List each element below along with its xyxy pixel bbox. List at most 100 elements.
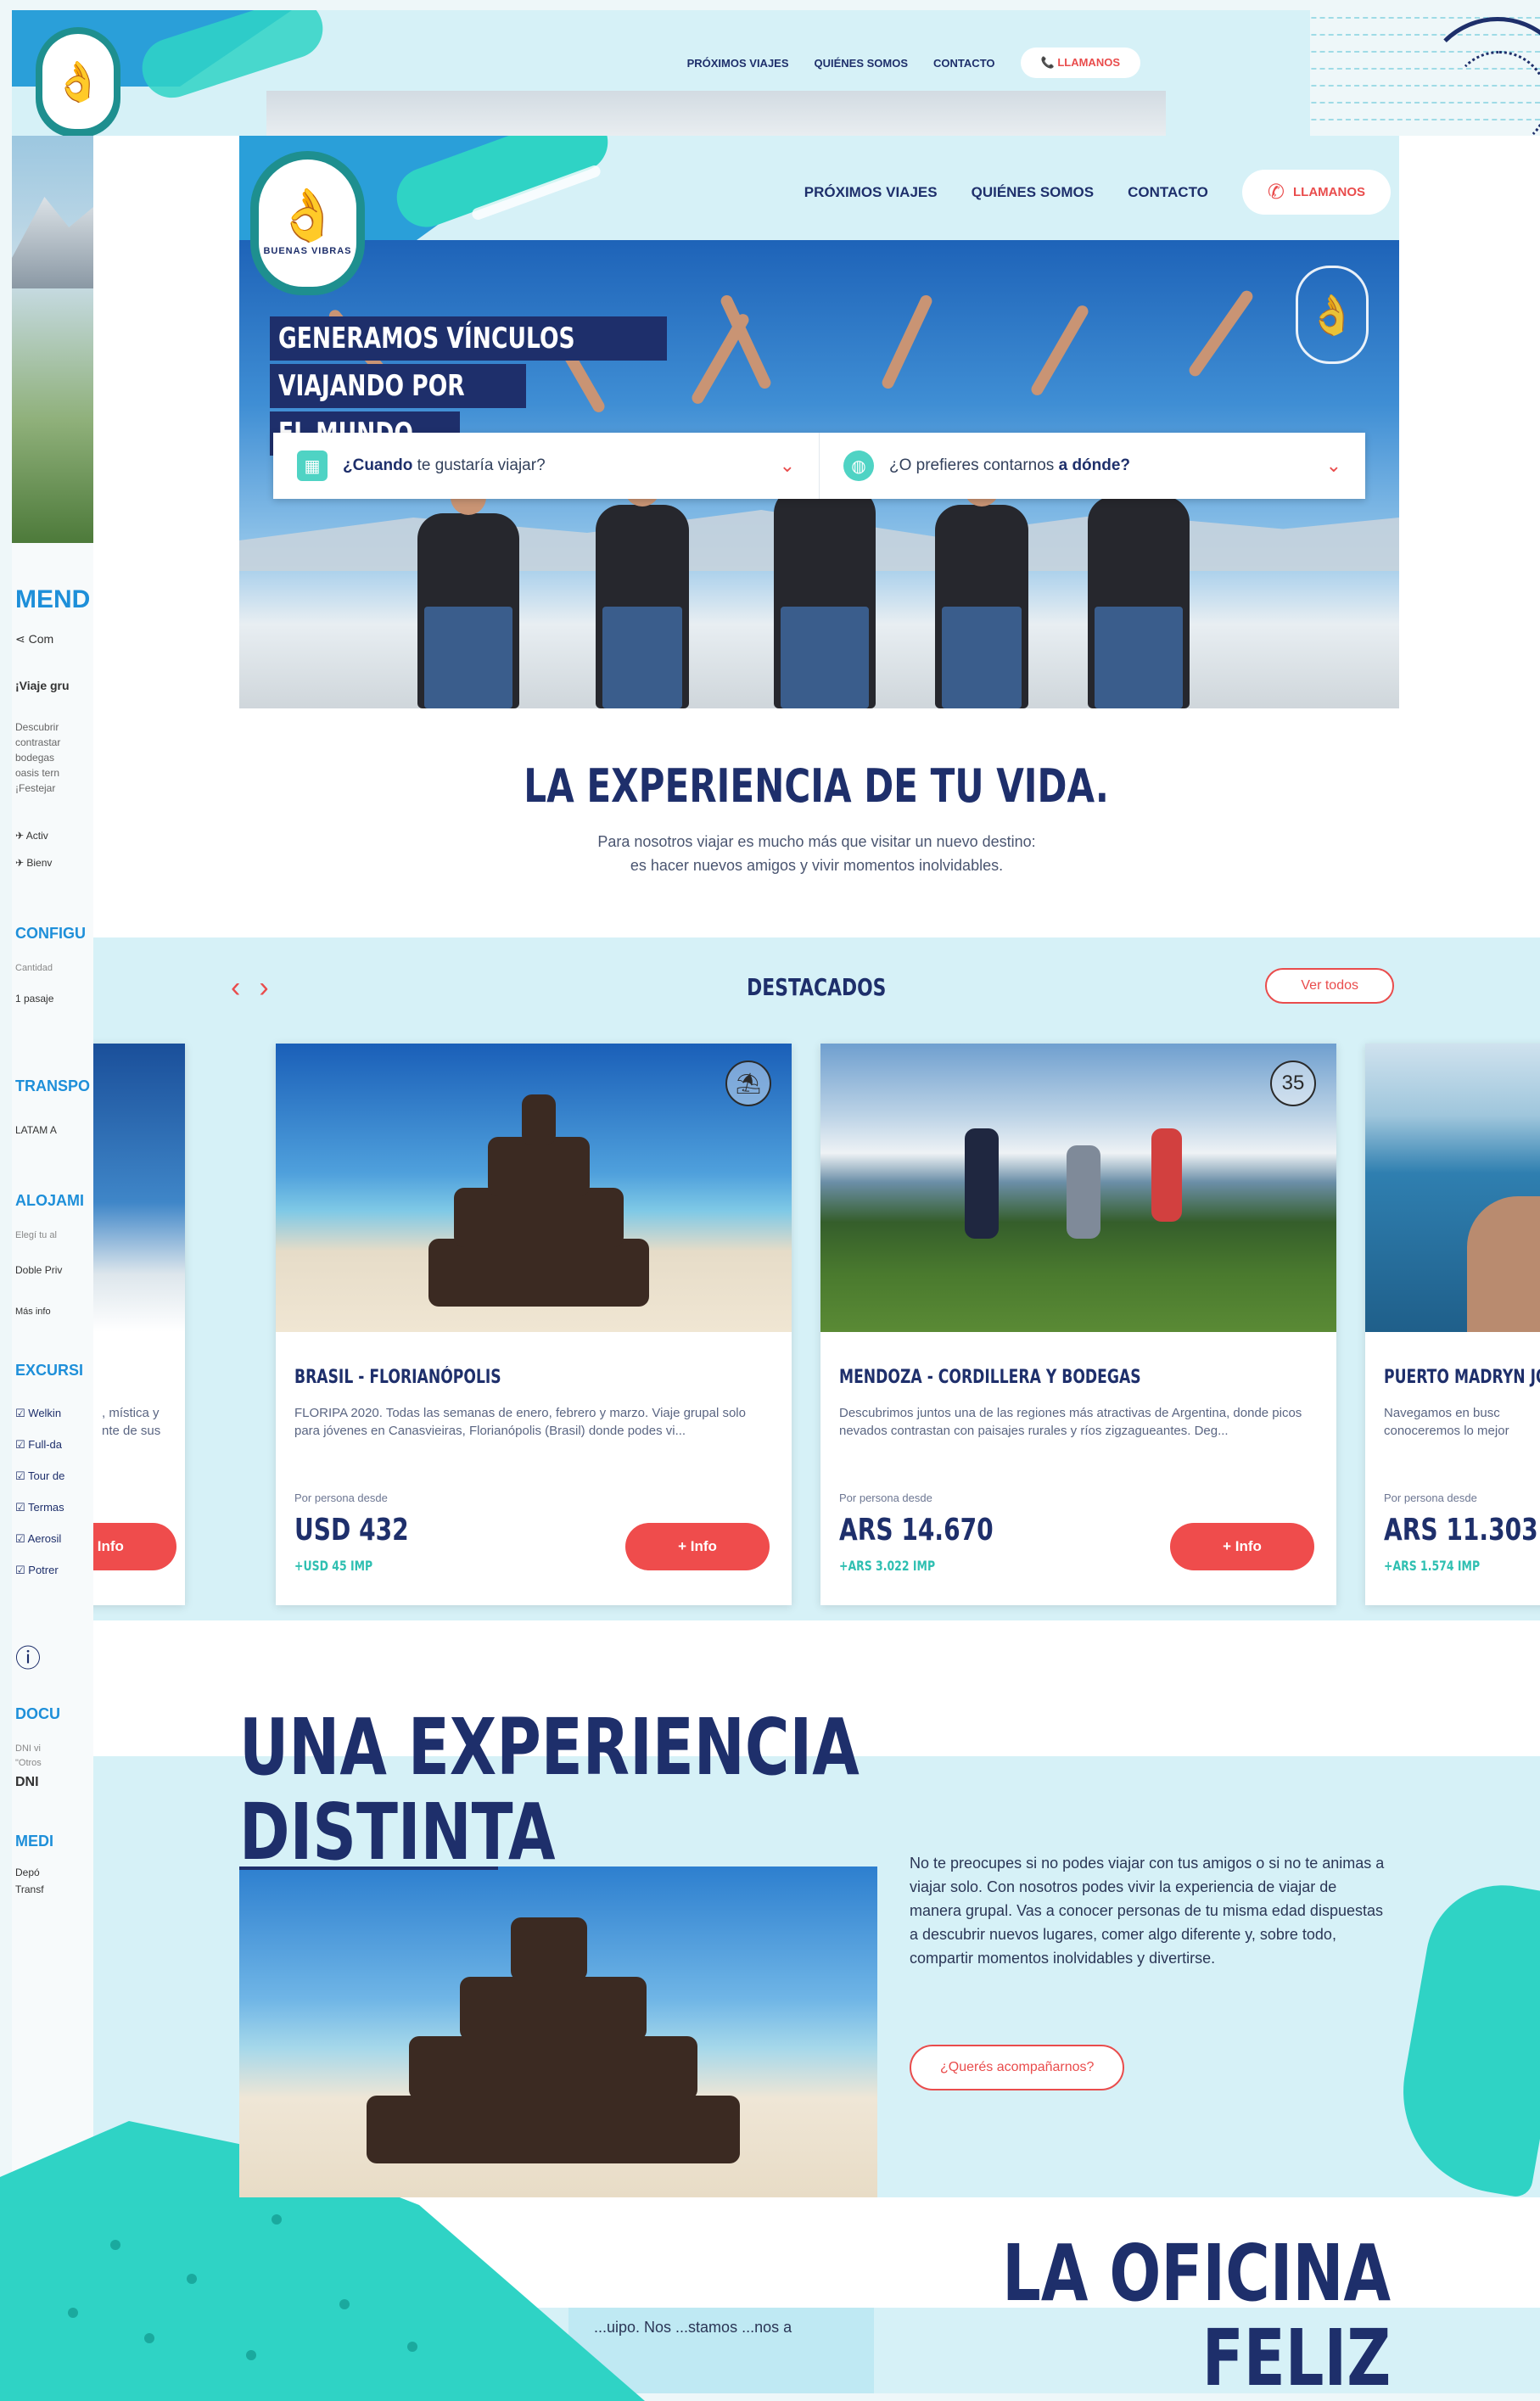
left-select: Doble Priv <box>15 1264 63 1276</box>
left-page-preview: MEND ⋖ Com ¡Viaje gru Descubrir contrast… <box>12 136 93 2274</box>
left-excursion-checkbox: ☑ Aerosil <box>15 1532 62 1545</box>
trip-image <box>93 1044 185 1332</box>
left-label: Cantidad <box>15 963 53 973</box>
hero-title-line: VIAJANDO POR <box>270 364 526 408</box>
group-pyramid-photo <box>239 1867 877 2197</box>
trip-tax: +ARS 3.022 IMP <box>839 1558 936 1574</box>
left-desc: contrastar <box>15 736 61 748</box>
left-text-line: DNI <box>15 1775 39 1789</box>
logo-text: BUENAS VIBRAS <box>263 246 352 256</box>
left-desc: oasis tern <box>15 767 60 779</box>
nav-contacto[interactable]: CONTACTO <box>1128 184 1208 201</box>
trip-desc: FLORIPA 2020. Todas las semanas de enero… <box>294 1406 746 1438</box>
buenas-vibras-logo[interactable]: 👌 BUENAS VIBRAS <box>250 151 365 295</box>
age-badge-icon: 35 <box>1270 1061 1316 1106</box>
experience-subtitle-line: Para nosotros viajar es mucho más que vi… <box>597 833 1036 850</box>
left-text-line: Depó <box>15 1867 40 1878</box>
left-desc: bodegas <box>15 752 55 764</box>
trip-title: MENDOZA - CORDILLERA Y BODEGAS <box>839 1367 1141 1388</box>
back-nav-item: CONTACTO <box>933 56 995 70</box>
experience-subtitle-line: es hacer nuevos amigos y vivir momentos … <box>630 857 1004 874</box>
call-button-label: LLAMANOS <box>1293 185 1365 199</box>
trip-card[interactable]: ⛱ BRASIL - FLORIANÓPOLIS FLORIPA 2020. T… <box>276 1044 792 1605</box>
trip-tax: +ARS 1.574 IMP <box>1384 1558 1481 1574</box>
left-section-heading: DOCU <box>15 1705 60 1722</box>
left-text-line: Transf <box>15 1883 44 1895</box>
main-nav: PRÓXIMOS VIAJES QUIÉNES SOMOS CONTACTO ✆… <box>804 170 1391 215</box>
experience-title: LA EXPERIENCIA DE TU VIDA. <box>524 759 1110 813</box>
nav-quienes-somos[interactable]: QUIÉNES SOMOS <box>972 184 1095 201</box>
trip-image <box>1365 1044 1540 1332</box>
chevron-down-icon: ⌄ <box>1325 455 1341 476</box>
price-label: Por persona desde <box>839 1492 932 1504</box>
left-text-line: DNI vi <box>15 1743 41 1754</box>
back-nav-item: QUIÉNES SOMOS <box>814 56 909 70</box>
back-logo: 👌 <box>36 27 120 137</box>
hero-title-line: GENERAMOS VÍNCULOS <box>270 316 668 361</box>
left-link: Más info <box>15 1307 51 1317</box>
left-excursion-checkbox: ☑ Full-da <box>15 1438 63 1451</box>
left-section-heading: MEDI <box>15 1833 53 1850</box>
where-dropdown[interactable]: ◍ ¿O prefieres contarnos a dónde? ⌄ <box>820 433 1365 499</box>
left-item: ✈ Activ <box>15 830 48 842</box>
trip-search-bar: ▦ ¿Cuando te gustaría viajar? ⌄ ◍ ¿O pre… <box>273 433 1365 499</box>
left-section-heading: ALOJAMI <box>15 1192 84 1209</box>
trip-title: PUERTO MADRYN JO <box>1384 1367 1540 1388</box>
price-label: Por persona desde <box>294 1492 388 1504</box>
background-page-preview: 👌 PRÓXIMOS VIAJES QUIÉNES SOMOS CONTACTO… <box>12 10 1310 137</box>
info-icon: ⓘ <box>15 1645 41 1673</box>
trip-card[interactable]: PUERTO MADRYN JO Navegamos en busc conoc… <box>1365 1044 1540 1605</box>
left-excursion-checkbox: ☑ Welkin <box>15 1407 62 1419</box>
left-select: LATAM A <box>15 1124 57 1136</box>
destacados-section: ‹ › DESTACADOS Ver todos , mística y nte… <box>93 937 1540 1620</box>
trip-card: , mística y nte de sus + Info <box>93 1044 185 1605</box>
chevron-down-icon: ⌄ <box>779 455 795 476</box>
left-share: ⋖ Com <box>15 632 54 646</box>
experience-subtitle: Para nosotros viajar es mucho más que vi… <box>93 830 1540 877</box>
oficina-title: LA OFICINA FELIZ <box>1002 2228 1391 2394</box>
trip-desc: Descubrimos juntos una de las regiones m… <box>839 1406 1302 1438</box>
trip-tax: +USD 45 IMP <box>294 1558 373 1574</box>
left-section-heading: EXCURSI <box>15 1362 84 1379</box>
main-page: GENERAMOS VÍNCULOS VIAJANDO POR EL MUNDO… <box>93 136 1540 2393</box>
more-info-button[interactable]: + Info <box>1170 1523 1314 1570</box>
left-select: 1 pasaje <box>15 993 54 1005</box>
more-info-button[interactable]: + Info <box>93 1523 176 1570</box>
phone-icon: ✆ <box>1267 181 1285 204</box>
when-dropdown[interactable]: ▦ ¿Cuando te gustaría viajar? ⌄ <box>273 433 820 499</box>
left-excursion-checkbox: ☑ Termas <box>15 1501 64 1514</box>
globe-icon: ◍ <box>843 451 874 481</box>
trip-image <box>276 1044 792 1332</box>
ok-hand-icon: 👌 <box>276 187 339 243</box>
where-dropdown-label: ¿O prefieres contarnos a dónde? <box>889 456 1131 474</box>
trip-desc: Navegamos en busc conoceremos lo mejor <box>1384 1406 1509 1438</box>
oficina-text: ...uipo. Nos ...stamos ...nos a <box>594 2319 792 2336</box>
back-nav-item: PRÓXIMOS VIAJES <box>686 56 789 70</box>
ok-hand-logo-icon: 👌 <box>1296 266 1369 364</box>
when-dropdown-label: ¿Cuando te gustaría viajar? <box>343 456 546 474</box>
nav-proximos-viajes[interactable]: PRÓXIMOS VIAJES <box>804 184 938 201</box>
beach-umbrella-icon: ⛱ <box>725 1061 771 1106</box>
call-button[interactable]: ✆ LLAMANOS <box>1241 170 1391 215</box>
left-section-heading: CONFIGU <box>15 925 86 942</box>
more-info-button[interactable]: + Info <box>625 1523 770 1570</box>
left-title: MEND <box>15 585 91 613</box>
calendar-icon: ▦ <box>297 451 328 481</box>
left-excursion-checkbox: ☑ Tour de <box>15 1469 65 1482</box>
background-dotted-arc <box>1450 51 1540 149</box>
trip-card[interactable]: 35 MENDOZA - CORDILLERA Y BODEGAS Descub… <box>820 1044 1336 1605</box>
left-desc: ¡Festejar <box>15 782 56 794</box>
left-excursion-checkbox: ☑ Potrer <box>15 1564 59 1576</box>
left-section-heading: TRANSPO <box>15 1077 91 1094</box>
left-photo <box>12 136 93 543</box>
trip-price: USD 432 <box>294 1513 409 1547</box>
price-label: Por persona desde <box>1384 1492 1477 1504</box>
left-item: ✈ Bienv <box>15 857 53 869</box>
left-desc: Descubrir <box>15 721 59 733</box>
acompanarnos-button[interactable]: ¿Querés acompañarnos? <box>910 2045 1125 2090</box>
hero: GENERAMOS VÍNCULOS VIAJANDO POR EL MUNDO… <box>239 136 1399 708</box>
una-experiencia-title: UNA EXPERIENCIA DISTINTA <box>239 1702 860 1878</box>
ver-todos-button[interactable]: Ver todos <box>1265 968 1394 1004</box>
trip-price: ARS 11.303 <box>1384 1513 1538 1547</box>
trip-desc: , mística y nte de sus <box>102 1406 161 1438</box>
